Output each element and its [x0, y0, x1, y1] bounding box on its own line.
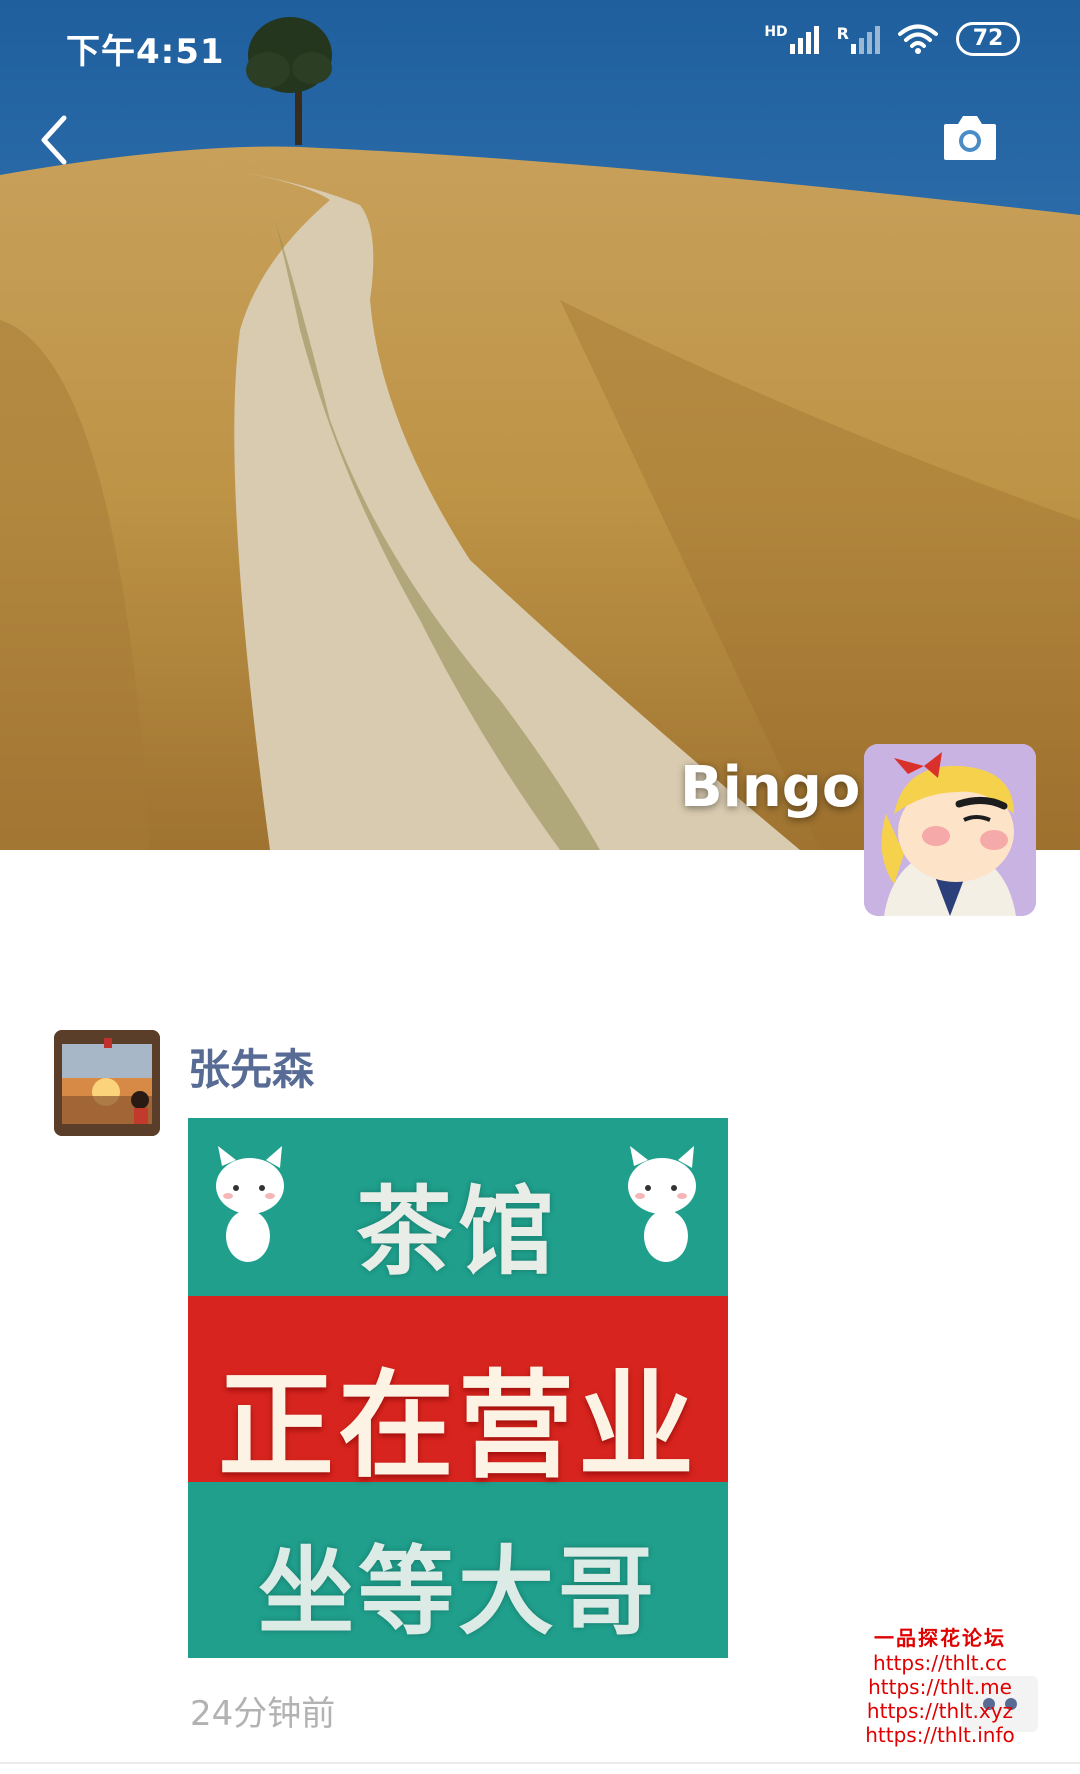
- watermark-link: https://thlt.me: [868, 1675, 1012, 1699]
- battery-indicator: 72: [956, 22, 1020, 56]
- watermark-title: 一品探花论坛: [874, 1626, 1006, 1650]
- roaming-label: R: [836, 24, 849, 43]
- post-author-avatar[interactable]: [54, 1030, 160, 1136]
- camera-button[interactable]: [942, 112, 998, 164]
- profile-name: Bingo: [680, 755, 861, 820]
- status-icons: HD R 72: [764, 22, 1020, 56]
- author-avatar-image: [54, 1030, 160, 1136]
- divider: [0, 1762, 1080, 1764]
- watermark: 一品探花论坛 https://thlt.cc https://thlt.me h…: [855, 1622, 1025, 1747]
- watermark-link: https://thlt.xyz: [866, 1699, 1014, 1723]
- image-text-line-1: 茶馆: [356, 1176, 560, 1288]
- chevron-left-icon: [41, 115, 67, 165]
- signal-r-icon: R: [837, 24, 880, 54]
- camera-icon: [944, 116, 996, 160]
- cartoon-avatar-image: [864, 744, 1036, 916]
- hd-label: HD: [764, 24, 788, 40]
- cover-landscape-image: [0, 0, 1080, 850]
- post-image[interactable]: 茶馆 正在营业 坐等大哥: [188, 1118, 728, 1658]
- profile-avatar[interactable]: [864, 744, 1036, 916]
- watermark-link: https://thlt.info: [865, 1723, 1015, 1747]
- wifi-icon: [898, 24, 938, 54]
- back-button[interactable]: [30, 110, 80, 170]
- image-text-line-2: 正在营业: [218, 1359, 698, 1494]
- image-text-line-3: 坐等大哥: [258, 1536, 658, 1648]
- signal-hd-icon: HD: [764, 24, 819, 54]
- status-time: 下午4:51: [66, 32, 225, 72]
- watermark-links: https://thlt.cc https://thlt.me https://…: [855, 1651, 1025, 1747]
- watermark-link: https://thlt.cc: [873, 1651, 1007, 1675]
- cover-photo[interactable]: [0, 0, 1080, 850]
- post-author-name[interactable]: 张先森: [188, 1036, 314, 1097]
- post-timestamp: 24分钟前: [190, 1694, 336, 1734]
